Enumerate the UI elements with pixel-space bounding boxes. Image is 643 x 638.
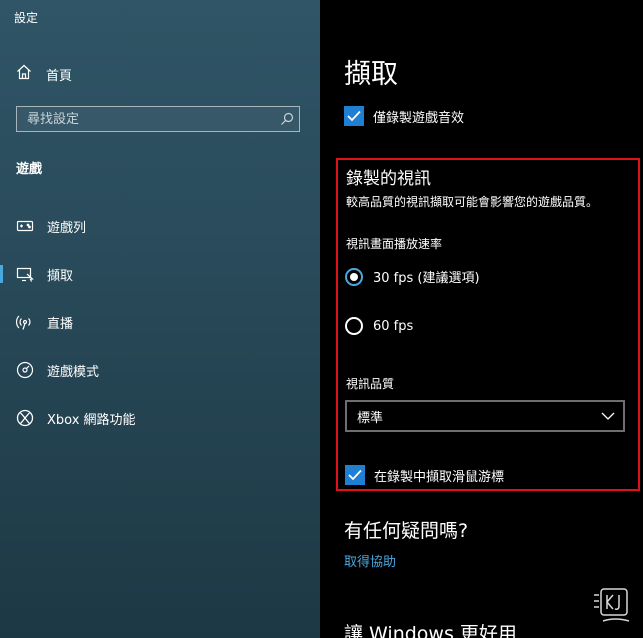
record-game-audio-only-label: 僅錄製遊戲音效 bbox=[373, 110, 465, 126]
broadcasting-icon bbox=[16, 313, 34, 331]
radio-unselected-icon[interactable] bbox=[345, 317, 363, 335]
xbox-icon bbox=[16, 409, 34, 427]
sidebar-item-home-label: 首頁 bbox=[46, 68, 73, 84]
page-title: 擷取 bbox=[344, 59, 398, 90]
frame-rate-30fps-label: 30 fps (建議選項) bbox=[373, 271, 480, 286]
checkbox-checked-icon[interactable] bbox=[344, 106, 364, 126]
frame-rate-30fps-radio[interactable]: 30 fps (建議選項) bbox=[345, 267, 480, 286]
sidebar-item-captures[interactable]: 擷取 bbox=[0, 256, 320, 292]
chevron-down-icon bbox=[593, 412, 623, 420]
settings-window: 設定 首頁 遊戲 bbox=[0, 0, 643, 638]
frame-rate-60fps-label: 60 fps bbox=[373, 318, 414, 334]
capture-mouse-cursor-checkbox[interactable]: 在錄製中擷取滑鼠游標 bbox=[345, 465, 504, 485]
video-quality-label: 視訊品質 bbox=[346, 377, 395, 391]
search-icon[interactable] bbox=[275, 112, 299, 126]
frame-rate-label: 視訊畫面播放速率 bbox=[346, 237, 443, 251]
captures-icon bbox=[16, 265, 34, 283]
capture-mouse-cursor-label: 在錄製中擷取滑鼠游標 bbox=[374, 469, 505, 485]
sidebar-item-label: 直播 bbox=[47, 316, 74, 332]
search-box[interactable] bbox=[16, 106, 300, 132]
sidebar-item-label: 遊戲模式 bbox=[47, 364, 100, 380]
search-input[interactable] bbox=[17, 111, 275, 127]
frame-rate-60fps-radio[interactable]: 60 fps bbox=[345, 317, 413, 335]
sidebar-item-xbox-networking[interactable]: Xbox 網路功能 bbox=[0, 400, 320, 436]
home-icon bbox=[16, 64, 32, 84]
recorded-video-section: 錄製的視訊 較高品質的視訊擷取可能會影響您的遊戲品質。 視訊畫面播放速率 30 … bbox=[336, 158, 640, 491]
game-mode-icon bbox=[16, 361, 34, 379]
sidebar-item-home[interactable]: 首頁 bbox=[16, 62, 72, 86]
video-quality-value: 標準 bbox=[357, 410, 384, 426]
game-bar-icon bbox=[16, 217, 34, 235]
improve-windows-heading: 讓 Windows 更好用 bbox=[344, 623, 517, 638]
sidebar-item-label: Xbox 網路功能 bbox=[47, 412, 136, 428]
checkbox-checked-icon[interactable] bbox=[345, 465, 365, 485]
watermark-logo-icon bbox=[591, 583, 635, 627]
get-help-link[interactable]: 取得協助 bbox=[344, 551, 396, 570]
record-game-audio-only-checkbox[interactable]: 僅錄製遊戲音效 bbox=[344, 106, 464, 126]
video-quality-dropdown[interactable]: 標準 bbox=[345, 400, 625, 432]
app-title: 設定 bbox=[14, 11, 39, 25]
sidebar-item-broadcasting[interactable]: 直播 bbox=[0, 304, 320, 340]
sidebar-item-label: 擷取 bbox=[47, 268, 74, 284]
sidebar-item-game-mode[interactable]: 遊戲模式 bbox=[0, 352, 320, 388]
recorded-video-description: 較高品質的視訊擷取可能會影響您的遊戲品質。 bbox=[346, 195, 599, 209]
radio-selected-icon[interactable] bbox=[345, 267, 363, 286]
sidebar: 設定 首頁 遊戲 bbox=[0, 0, 320, 638]
recorded-video-heading: 錄製的視訊 bbox=[346, 169, 431, 189]
sidebar-item-label: 遊戲列 bbox=[47, 220, 87, 236]
help-heading: 有任何疑問嗎? bbox=[344, 520, 469, 542]
sidebar-item-game-bar[interactable]: 遊戲列 bbox=[0, 208, 320, 244]
section-header-gaming: 遊戲 bbox=[16, 162, 43, 177]
